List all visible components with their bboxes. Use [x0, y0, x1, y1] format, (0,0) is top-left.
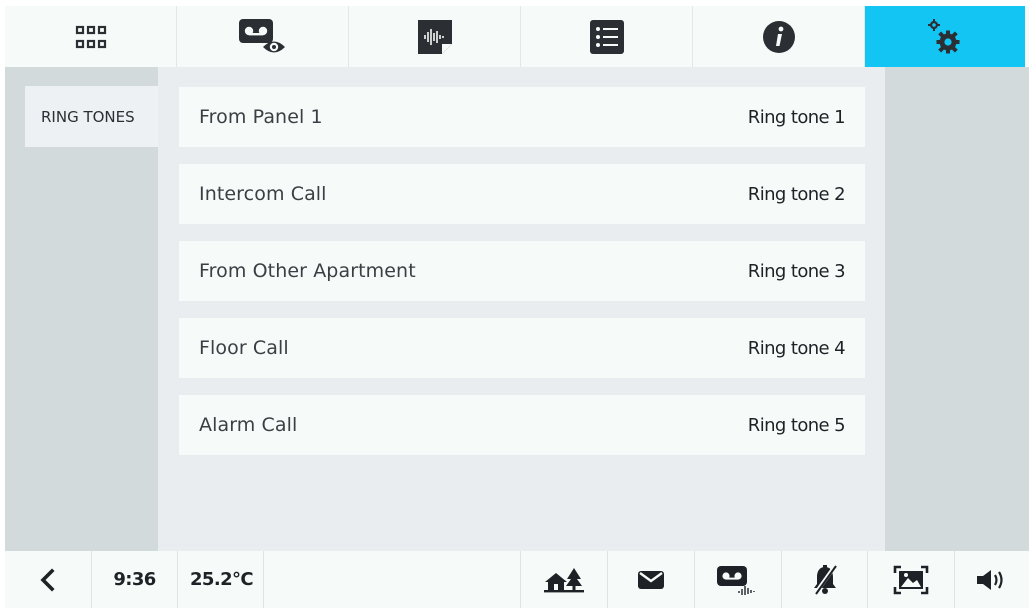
row-label: From Panel 1: [199, 106, 323, 128]
picture-frame-icon: [893, 565, 929, 594]
tab-apps[interactable]: [5, 6, 177, 67]
tab-info[interactable]: [693, 6, 865, 67]
sidebar-item-ring-tones[interactable]: RING TONES: [25, 86, 158, 147]
tab-voicemail-view[interactable]: [177, 6, 349, 67]
settings-gears-icon: [928, 18, 960, 53]
info-icon: [762, 20, 795, 53]
bottom-status-bar: 9:36 25.2°C: [5, 551, 1029, 608]
row-label: From Other Apartment: [199, 260, 416, 282]
right-panel: [885, 67, 1029, 551]
top-navigation: [5, 6, 1029, 67]
row-value: Ring tone 3: [747, 260, 846, 282]
row-value: Ring tone 2: [747, 183, 846, 205]
ringtone-row-panel-1[interactable]: From Panel 1 Ring tone 1: [179, 87, 865, 147]
ringtone-row-alarm-call[interactable]: Alarm Call Ring tone 5: [179, 395, 865, 455]
photo-frame-button[interactable]: [868, 551, 955, 608]
ringtone-row-other-apartment[interactable]: From Other Apartment Ring tone 3: [179, 241, 865, 301]
speaker-icon: [977, 569, 1003, 590]
clock: 9:36: [92, 551, 178, 608]
volume-button[interactable]: [955, 551, 1029, 608]
home-automation-button[interactable]: [521, 551, 608, 608]
sidebar-item-label: RING TONES: [41, 107, 135, 126]
apps-grid-icon: [75, 25, 106, 48]
messages-button[interactable]: [608, 551, 695, 608]
back-button[interactable]: [5, 551, 92, 608]
bell-muted-icon: [812, 564, 837, 595]
voicemail-audio-icon: [717, 565, 755, 595]
row-label: Intercom Call: [199, 183, 327, 205]
row-value: Ring tone 1: [747, 106, 846, 128]
tab-settings[interactable]: [865, 6, 1025, 67]
back-chevron-icon: [40, 567, 55, 592]
ringtone-row-intercom[interactable]: Intercom Call Ring tone 2: [179, 164, 865, 224]
app-frame: RING TONES From Panel 1 Ring tone 1 Inte…: [5, 6, 1029, 608]
settings-sidebar: RING TONES: [5, 67, 158, 551]
voicemail-audio-button[interactable]: [695, 551, 782, 608]
mute-ringer-button[interactable]: [782, 551, 868, 608]
audio-note-icon: [417, 19, 452, 54]
row-label: Alarm Call: [199, 414, 298, 436]
status-spacer: [264, 551, 521, 608]
row-value: Ring tone 5: [747, 414, 846, 436]
home-tree-icon: [544, 567, 584, 592]
tab-audio-note[interactable]: [349, 6, 521, 67]
voicemail-view-icon: [238, 18, 285, 52]
row-label: Floor Call: [199, 337, 289, 359]
ringtone-row-floor-call[interactable]: Floor Call Ring tone 4: [179, 318, 865, 378]
row-value: Ring tone 4: [747, 337, 846, 359]
mail-icon: [638, 570, 664, 589]
list-icon: [589, 19, 624, 54]
temperature: 25.2°C: [178, 551, 264, 608]
tab-list[interactable]: [521, 6, 693, 67]
